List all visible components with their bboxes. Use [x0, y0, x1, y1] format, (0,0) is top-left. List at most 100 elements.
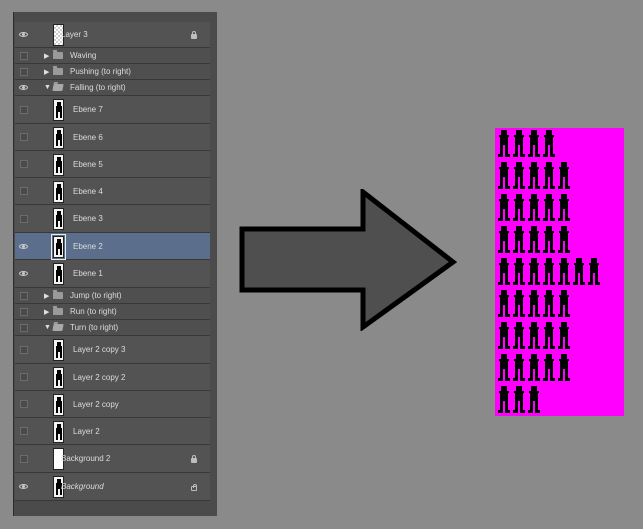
layer-row-ebene-1[interactable]: Ebene 1 — [15, 260, 210, 288]
sprite-figure — [513, 386, 525, 413]
layer-row-layer-2[interactable]: Layer 2 — [15, 418, 210, 445]
layer-name: Background 2 — [61, 454, 111, 463]
visibility-toggle-empty[interactable] — [19, 345, 28, 354]
sprite-figure — [543, 354, 555, 381]
visibility-toggle-empty[interactable] — [19, 133, 28, 142]
visibility-toggle-empty[interactable] — [19, 51, 28, 60]
folder-icon — [53, 306, 63, 315]
visibility-eye-icon[interactable] — [19, 83, 28, 92]
layer-name: Ebene 4 — [73, 186, 103, 196]
sprite-figure — [543, 194, 555, 221]
group-name: Jump (to right) — [70, 291, 122, 300]
visibility-toggle-empty[interactable] — [19, 307, 28, 316]
collapse-triangle-icon[interactable]: ▼ — [44, 84, 51, 91]
visibility-toggle-empty[interactable] — [19, 214, 28, 223]
layer-row-ebene-5[interactable]: Ebene 5 — [15, 151, 210, 178]
layer-group-turn[interactable]: ▼ Turn (to right) — [15, 320, 210, 336]
layer-group-falling[interactable]: ▼ Falling (to right) — [15, 80, 210, 96]
expand-triangle-icon[interactable]: ▶ — [44, 308, 49, 316]
layer-thumbnail — [53, 154, 64, 176]
sprite-figure — [513, 226, 525, 253]
sprite-sheet-preview — [495, 128, 624, 416]
sprite-figure — [513, 290, 525, 317]
layer-thumbnail — [53, 339, 64, 361]
sprite-figure — [558, 290, 570, 317]
sprite-figure — [558, 354, 570, 381]
sprite-figure — [558, 258, 570, 285]
expand-triangle-icon[interactable]: ▶ — [44, 68, 49, 76]
visibility-toggle-empty[interactable] — [19, 291, 28, 300]
layer-row-ebene-7[interactable]: Ebene 7 — [15, 96, 210, 124]
sprite-figure — [528, 354, 540, 381]
layer-row-layer-2-copy-2[interactable]: Layer 2 copy 2 — [15, 364, 210, 391]
sprite-figure — [543, 258, 555, 285]
sprite-figure — [513, 194, 525, 221]
visibility-toggle-empty[interactable] — [19, 160, 28, 169]
visibility-toggle-empty[interactable] — [19, 427, 28, 436]
sprite-figure — [528, 258, 540, 285]
group-name: Pushing (to right) — [70, 67, 131, 76]
layer-group-waving[interactable]: ▶ Waving — [15, 48, 210, 64]
sprite-figure — [543, 130, 555, 157]
visibility-toggle-empty[interactable] — [19, 187, 28, 196]
sprite-figure — [498, 130, 510, 157]
expand-triangle-icon[interactable]: ▶ — [44, 52, 49, 60]
visibility-toggle-empty[interactable] — [19, 373, 28, 382]
sprite-figure — [498, 354, 510, 381]
layer-row-ebene-4[interactable]: Ebene 4 — [15, 178, 210, 205]
sprite-figure — [528, 194, 540, 221]
layer-group-run[interactable]: ▶ Run (to right) — [15, 304, 210, 320]
sprite-figure — [513, 322, 525, 349]
visibility-eye-icon[interactable] — [19, 482, 28, 491]
folder-open-icon — [52, 324, 64, 331]
sprite-figure — [513, 162, 525, 189]
layer-group-pushing[interactable]: ▶ Pushing (to right) — [15, 64, 210, 80]
layer-row-ebene-3[interactable]: Ebene 3 — [15, 205, 210, 233]
expand-triangle-icon[interactable]: ▶ — [44, 292, 49, 300]
visibility-toggle-empty[interactable] — [19, 323, 28, 332]
sprite-figure — [498, 162, 510, 189]
sprite-figure — [558, 162, 570, 189]
sprite-figure — [513, 354, 525, 381]
sprite-figure — [513, 258, 525, 285]
sprite-figure — [528, 226, 540, 253]
visibility-toggle-empty[interactable] — [19, 67, 28, 76]
layer-thumbnail — [53, 263, 64, 285]
layer-thumbnail — [51, 234, 66, 260]
layer-name: Ebene 7 — [73, 105, 103, 114]
folder-icon — [53, 66, 63, 75]
sprite-figure — [558, 194, 570, 221]
layer-name: Layer 2 copy 2 — [73, 372, 126, 382]
layer-group-jump[interactable]: ▶ Jump (to right) — [15, 288, 210, 304]
layer-row-ebene-2[interactable]: Ebene 2 — [15, 233, 210, 260]
visibility-eye-icon[interactable] — [19, 269, 28, 278]
visibility-eye-icon[interactable] — [19, 30, 28, 39]
layer-thumbnail — [53, 394, 64, 416]
sprite-figure — [528, 290, 540, 317]
lock-icon — [191, 484, 197, 491]
visibility-toggle-empty[interactable] — [19, 400, 28, 409]
visibility-eye-icon[interactable] — [19, 242, 28, 251]
layer-name: Ebene 3 — [73, 214, 103, 223]
sprite-figure — [498, 258, 510, 285]
layer-row-background[interactable]: Background — [15, 473, 210, 501]
layer-name: Ebene 5 — [73, 159, 103, 169]
layer-row-ebene-6[interactable]: Ebene 6 — [15, 124, 210, 151]
sprite-figure — [528, 162, 540, 189]
visibility-toggle-empty[interactable] — [19, 105, 28, 114]
layer-row-layer-3[interactable]: Layer 3 — [15, 22, 210, 48]
folder-icon — [53, 50, 63, 59]
sprite-figure — [543, 226, 555, 253]
sprite-figure — [498, 386, 510, 413]
layer-name: Layer 2 copy 3 — [73, 345, 126, 354]
collapse-triangle-icon[interactable]: ▼ — [44, 324, 51, 331]
layer-row-background-2[interactable]: Background 2 — [15, 445, 210, 473]
layer-row-layer-2-copy[interactable]: Layer 2 copy — [15, 391, 210, 418]
sprite-figure — [588, 258, 600, 285]
visibility-toggle-empty[interactable] — [19, 454, 28, 463]
layer-name: Layer 2 copy — [73, 399, 119, 409]
lock-icon — [191, 31, 197, 39]
sprite-sheet-canvas — [498, 130, 600, 413]
layer-row-layer-2-copy-3[interactable]: Layer 2 copy 3 — [15, 336, 210, 364]
layer-name: Ebene 6 — [73, 132, 103, 142]
